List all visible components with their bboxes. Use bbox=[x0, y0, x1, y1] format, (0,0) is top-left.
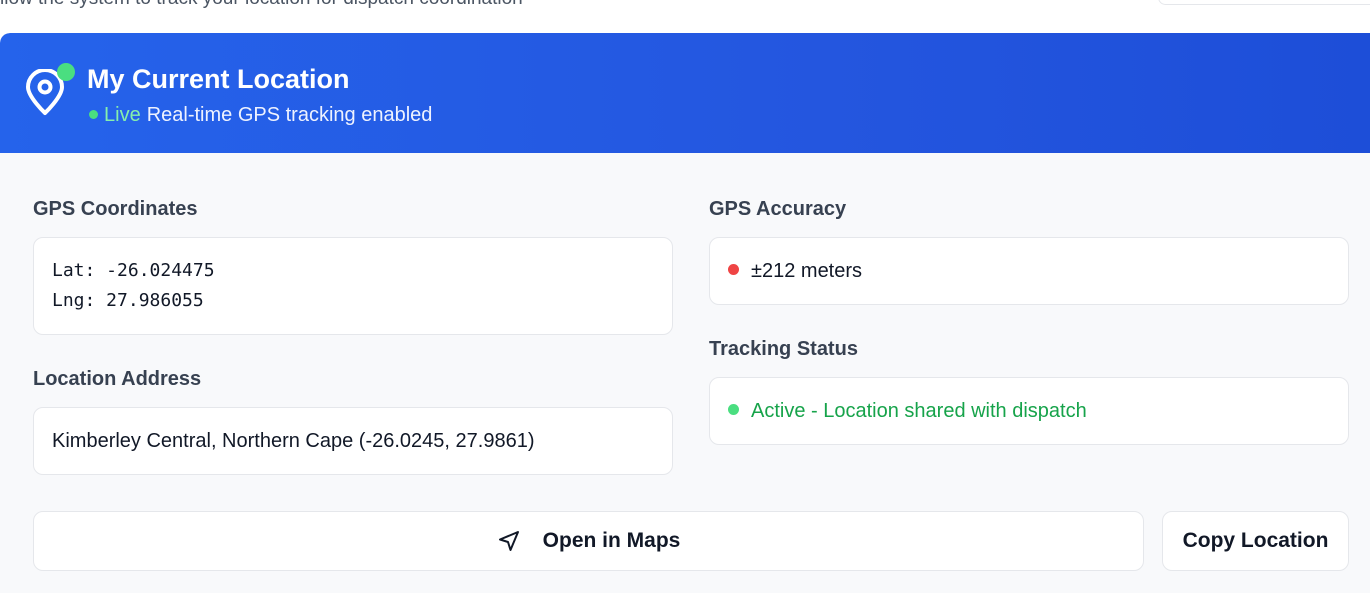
top-bar: llow the system to track your location f… bbox=[0, 0, 1370, 33]
gps-accuracy-label: GPS Accuracy bbox=[709, 198, 847, 220]
location-address-label: Location Address bbox=[33, 368, 202, 390]
tracking-status-dot bbox=[728, 404, 739, 415]
tracking-status-value: Active - Location shared with dispatch bbox=[751, 400, 1087, 422]
accuracy-status-dot bbox=[728, 264, 739, 275]
location-card: My Current Location Live Real-time GPS tr… bbox=[0, 33, 1370, 593]
gps-accuracy-value: ±212 meters bbox=[751, 260, 863, 282]
location-address-box: Kimberley Central, Northern Cape (-26.02… bbox=[33, 407, 673, 475]
tracking-status-box: Active - Location shared with dispatch bbox=[709, 377, 1349, 445]
live-indicator-dot bbox=[57, 63, 75, 81]
tracking-status-label: Tracking Status bbox=[709, 338, 858, 360]
copy-location-label: Copy Location bbox=[1182, 529, 1329, 552]
open-in-maps-button[interactable]: Open in Maps bbox=[33, 511, 1144, 571]
live-label: Live bbox=[104, 104, 141, 126]
copy-location-button[interactable]: Copy Location bbox=[1162, 511, 1349, 571]
header-subtitle: Live Real-time GPS tracking enabled bbox=[87, 104, 432, 127]
header-title: My Current Location bbox=[87, 64, 350, 94]
gps-coordinates-box: Lat: -26.024475 Lng: 27.986055 bbox=[33, 237, 673, 335]
longitude-value: Lng: 27.986055 bbox=[52, 290, 204, 311]
top-control[interactable] bbox=[1158, 0, 1370, 5]
navigation-arrow-icon bbox=[498, 531, 519, 551]
location-address-value: Kimberley Central, Northern Cape (-26.02… bbox=[52, 430, 535, 452]
latitude-value: Lat: -26.024475 bbox=[52, 260, 215, 281]
open-in-maps-label: Open in Maps bbox=[542, 529, 681, 552]
top-description-text: llow the system to track your location f… bbox=[0, 0, 523, 10]
location-header: My Current Location Live Real-time GPS tr… bbox=[0, 33, 1370, 153]
gps-coordinates-label: GPS Coordinates bbox=[33, 198, 198, 220]
gps-accuracy-box: ±212 meters bbox=[709, 237, 1349, 305]
header-subtitle-text: Real-time GPS tracking enabled bbox=[146, 104, 433, 126]
live-dot-icon bbox=[89, 110, 98, 119]
